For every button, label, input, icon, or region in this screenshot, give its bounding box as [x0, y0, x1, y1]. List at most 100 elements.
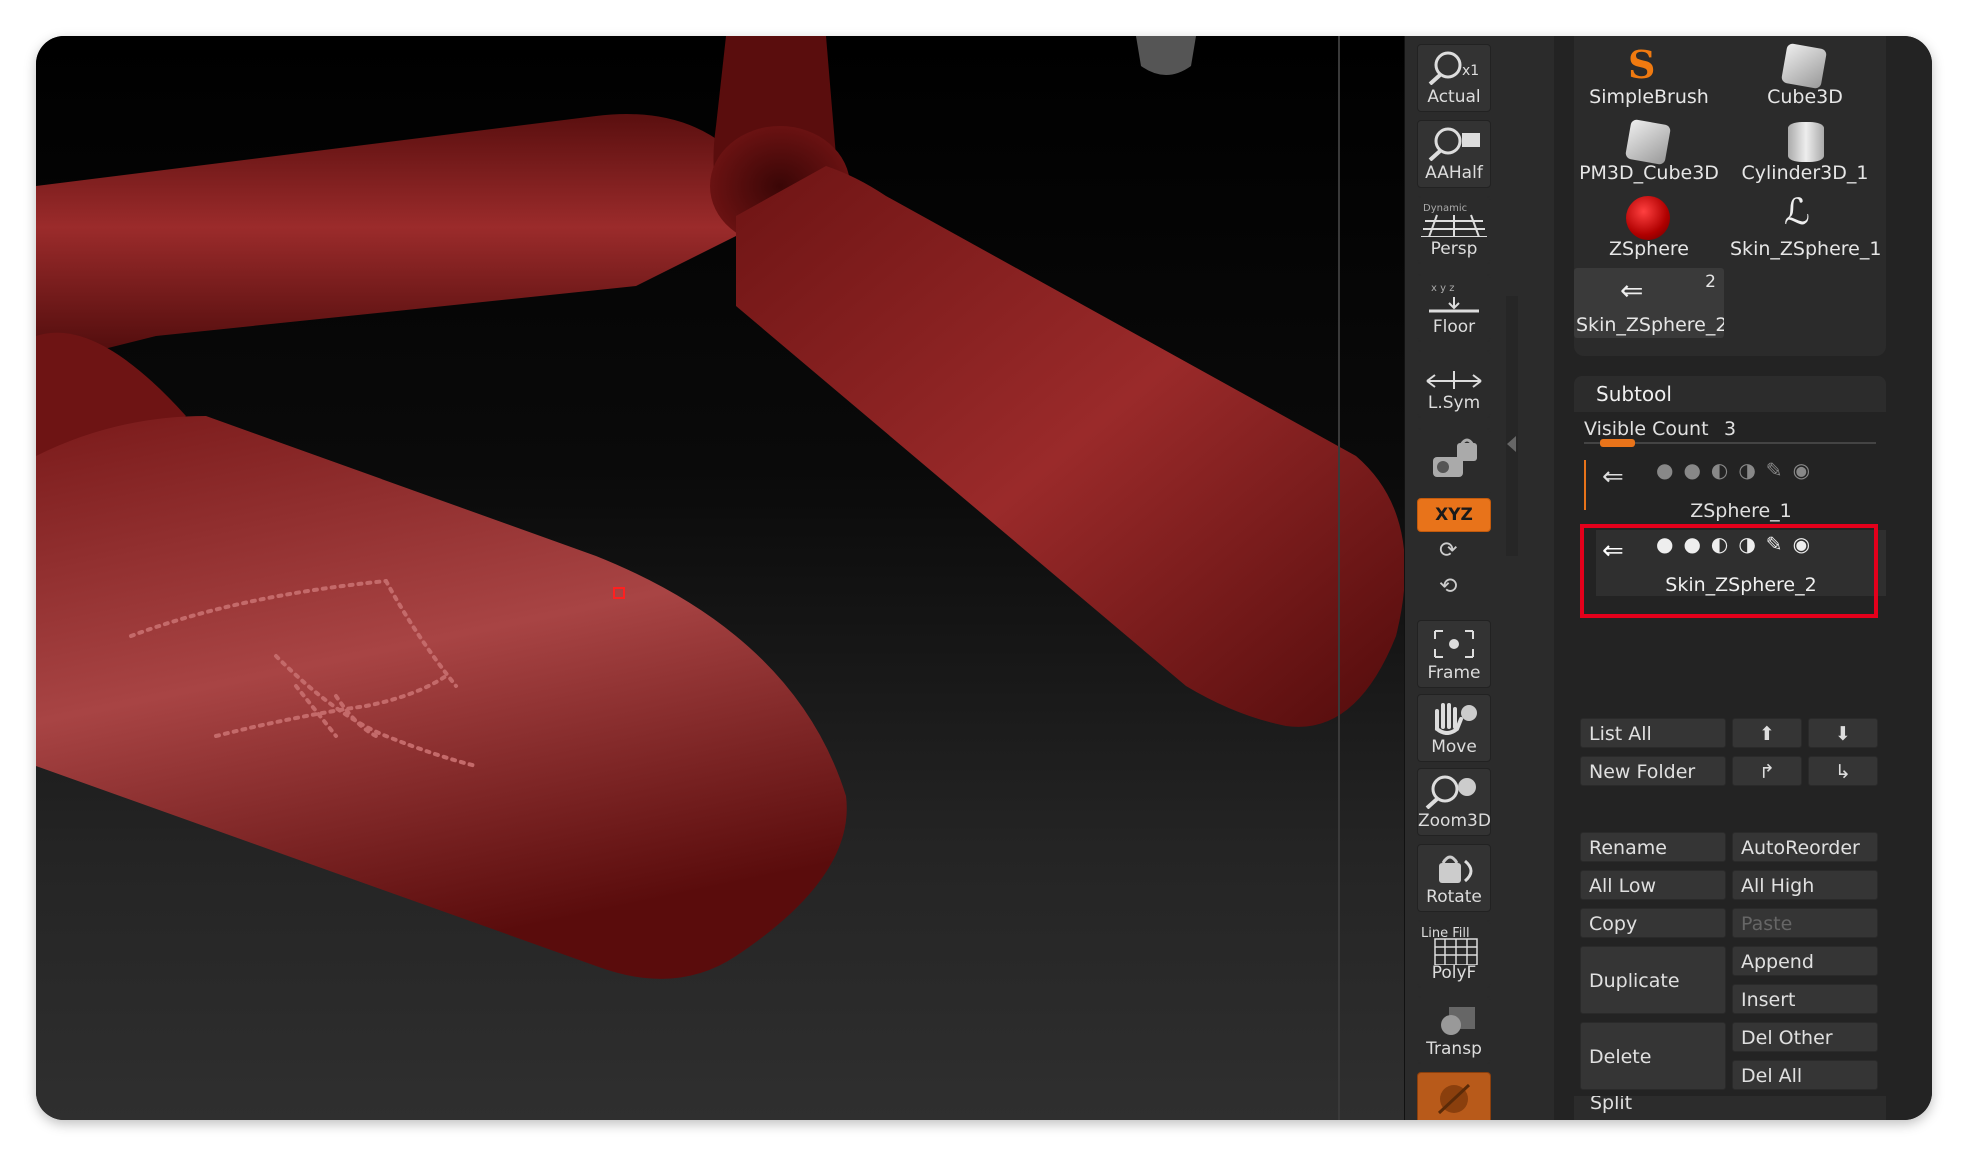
- subtool-thumb-icon: ⇐: [1602, 462, 1624, 492]
- frame-button[interactable]: Frame: [1417, 620, 1491, 688]
- visible-count-fill: [1600, 439, 1635, 447]
- subtool-scroll-indicator[interactable]: [1584, 460, 1586, 510]
- right-shelf: x1 Actual AAHalf Dynamic Persp x y z Flo…: [1404, 36, 1555, 1120]
- rotate-button[interactable]: Rotate: [1417, 844, 1491, 912]
- insert-button[interactable]: Insert: [1732, 984, 1878, 1014]
- rename-button[interactable]: Rename: [1580, 832, 1726, 862]
- visible-count-value: 3: [1724, 418, 1737, 440]
- move-button[interactable]: Move: [1417, 694, 1491, 762]
- split-header[interactable]: Split: [1574, 1096, 1886, 1120]
- tool-skin-zsphere-2[interactable]: ⇐ 2 Skin_ZSphere_2: [1574, 268, 1724, 338]
- magnifier-half-icon: [1418, 125, 1490, 162]
- tool-zsphere[interactable]: ZSphere: [1574, 192, 1724, 262]
- actual-label: Actual: [1427, 87, 1481, 107]
- polyf-label: PolyF: [1431, 963, 1477, 983]
- transparency-icon: [1418, 1001, 1490, 1037]
- paste-button[interactable]: Paste: [1732, 908, 1878, 938]
- rotate-z-icon[interactable]: ⟲: [1439, 574, 1457, 599]
- cube-icon: [1780, 42, 1828, 90]
- transp-label: Transp: [1426, 1039, 1482, 1059]
- viewport-guide-line: [1338, 36, 1340, 1120]
- rotate-icon: [1418, 849, 1490, 885]
- actual-button[interactable]: x1 Actual: [1417, 44, 1491, 112]
- arrow-up-icon: ⬆: [1759, 723, 1775, 745]
- zoom3d-icon: [1418, 773, 1490, 810]
- collapse-arrow-icon[interactable]: [1507, 436, 1516, 452]
- visible-count-label: Visible Count: [1584, 418, 1709, 440]
- rotate-label: Rotate: [1426, 887, 1482, 907]
- del-all-button[interactable]: Del All: [1732, 1060, 1878, 1090]
- ghost-button[interactable]: [1417, 1072, 1491, 1120]
- move-up-button[interactable]: ⬆: [1732, 718, 1802, 748]
- magnifier-1x-icon: x1: [1418, 49, 1490, 86]
- tool-cube3d[interactable]: Cube3D: [1730, 40, 1880, 110]
- zsphere-skin-model: [36, 36, 1404, 979]
- floor-button[interactable]: x y z Floor: [1417, 274, 1491, 342]
- curved-arrow-down-icon: ↳: [1835, 761, 1851, 783]
- xyz-rotate-icon: XYZ: [1435, 505, 1473, 525]
- subtool-title: Subtool: [1596, 382, 1672, 406]
- all-high-button[interactable]: All High: [1732, 870, 1878, 900]
- tool-skin-zsphere-1[interactable]: ℒ Skin_ZSphere_1: [1730, 192, 1880, 262]
- xyz-button[interactable]: XYZ: [1417, 498, 1491, 532]
- rotate-y-icon[interactable]: ⟳: [1439, 538, 1457, 563]
- visible-count-slider[interactable]: Visible Count 3: [1584, 418, 1876, 447]
- arrow-down-icon: ⬇: [1835, 723, 1851, 745]
- tool-count-badge: 2: [1705, 272, 1716, 292]
- duplicate-button[interactable]: Duplicate: [1580, 946, 1726, 1014]
- svg-text:x y z: x y z: [1431, 283, 1454, 294]
- tool-palette: S SimpleBrush Cube3D PM3D_Cube3D Cylinde…: [1574, 36, 1886, 356]
- polyframe-icon: Line Fill: [1418, 925, 1490, 966]
- tool-simplebrush[interactable]: S SimpleBrush: [1574, 40, 1724, 110]
- zoom3d-button[interactable]: Zoom3D: [1417, 768, 1491, 836]
- delete-button[interactable]: Delete: [1580, 1022, 1726, 1090]
- skin-zsphere-icon: ℒ: [1784, 192, 1810, 233]
- lsym-label: L.Sym: [1427, 393, 1481, 413]
- local-symmetry-icon: [1418, 355, 1490, 391]
- subtool-list: ⇐ ●●◐◑✎◉ ZSphere_1 ⇐ ●●◐◑✎◉ Skin_ZSphere…: [1580, 456, 1886, 652]
- lsym-button[interactable]: L.Sym: [1417, 350, 1491, 418]
- persp-button[interactable]: Dynamic Persp: [1417, 196, 1491, 264]
- polyf-button[interactable]: Line Fill PolyF: [1417, 920, 1491, 988]
- append-button[interactable]: Append: [1732, 946, 1878, 976]
- tool-panel: S SimpleBrush Cube3D PM3D_Cube3D Cylinde…: [1554, 36, 1932, 1120]
- list-all-button[interactable]: List All: [1580, 718, 1726, 748]
- tool-pm3d-cube3d[interactable]: PM3D_Cube3D: [1574, 116, 1724, 186]
- aahalf-label: AAHalf: [1425, 163, 1483, 183]
- camera-lock-button[interactable]: [1417, 428, 1491, 496]
- panel-divider[interactable]: [1506, 296, 1518, 556]
- svg-text:Dynamic: Dynamic: [1423, 203, 1467, 214]
- folder-in-button[interactable]: ↱: [1732, 756, 1802, 786]
- new-folder-button[interactable]: New Folder: [1580, 756, 1726, 786]
- camera-lock-icon: [1418, 433, 1490, 477]
- move-down-button[interactable]: ⬇: [1808, 718, 1878, 748]
- floor-label: Floor: [1432, 317, 1476, 337]
- 3d-viewport[interactable]: [36, 36, 1404, 1120]
- skin-zsphere-icon: ⇐: [1620, 274, 1644, 307]
- autoreorder-button[interactable]: AutoReorder: [1732, 832, 1878, 862]
- move-label: Move: [1431, 737, 1477, 757]
- subtool-item-zsphere-1[interactable]: ⇐ ●●◐◑✎◉ ZSphere_1: [1596, 456, 1886, 522]
- hand-move-icon: [1418, 699, 1490, 735]
- copy-button[interactable]: Copy: [1580, 908, 1726, 938]
- subtool-toggles[interactable]: ●●◐◑✎◉: [1656, 458, 1820, 482]
- split-label: Split: [1590, 1096, 1633, 1114]
- frame-label: Frame: [1427, 663, 1481, 683]
- aahalf-button[interactable]: AAHalf: [1417, 120, 1491, 188]
- tool-cylinder3d[interactable]: Cylinder3D_1: [1730, 116, 1880, 186]
- subtool-section: Subtool Visible Count 3 ⇐ ●●◐◑✎◉ ZSphere…: [1554, 376, 1932, 1120]
- subtool-header[interactable]: Subtool: [1574, 376, 1886, 412]
- cube-icon: [1624, 118, 1672, 166]
- del-other-button[interactable]: Del Other: [1732, 1022, 1878, 1052]
- zbrush-window: x1 Actual AAHalf Dynamic Persp x y z Flo…: [36, 36, 1932, 1120]
- selection-highlight-box: [1580, 524, 1878, 618]
- transp-button[interactable]: Transp: [1417, 996, 1491, 1064]
- zoom3d-label: Zoom3D: [1418, 811, 1491, 831]
- svg-text:x1: x1: [1462, 63, 1479, 79]
- all-low-button[interactable]: All Low: [1580, 870, 1726, 900]
- frame-icon: [1418, 625, 1490, 661]
- perspective-grid-icon: Dynamic: [1418, 201, 1490, 238]
- folder-out-button[interactable]: ↳: [1808, 756, 1878, 786]
- cylinder-icon: [1788, 122, 1824, 162]
- curved-arrow-icon: ↱: [1759, 761, 1775, 783]
